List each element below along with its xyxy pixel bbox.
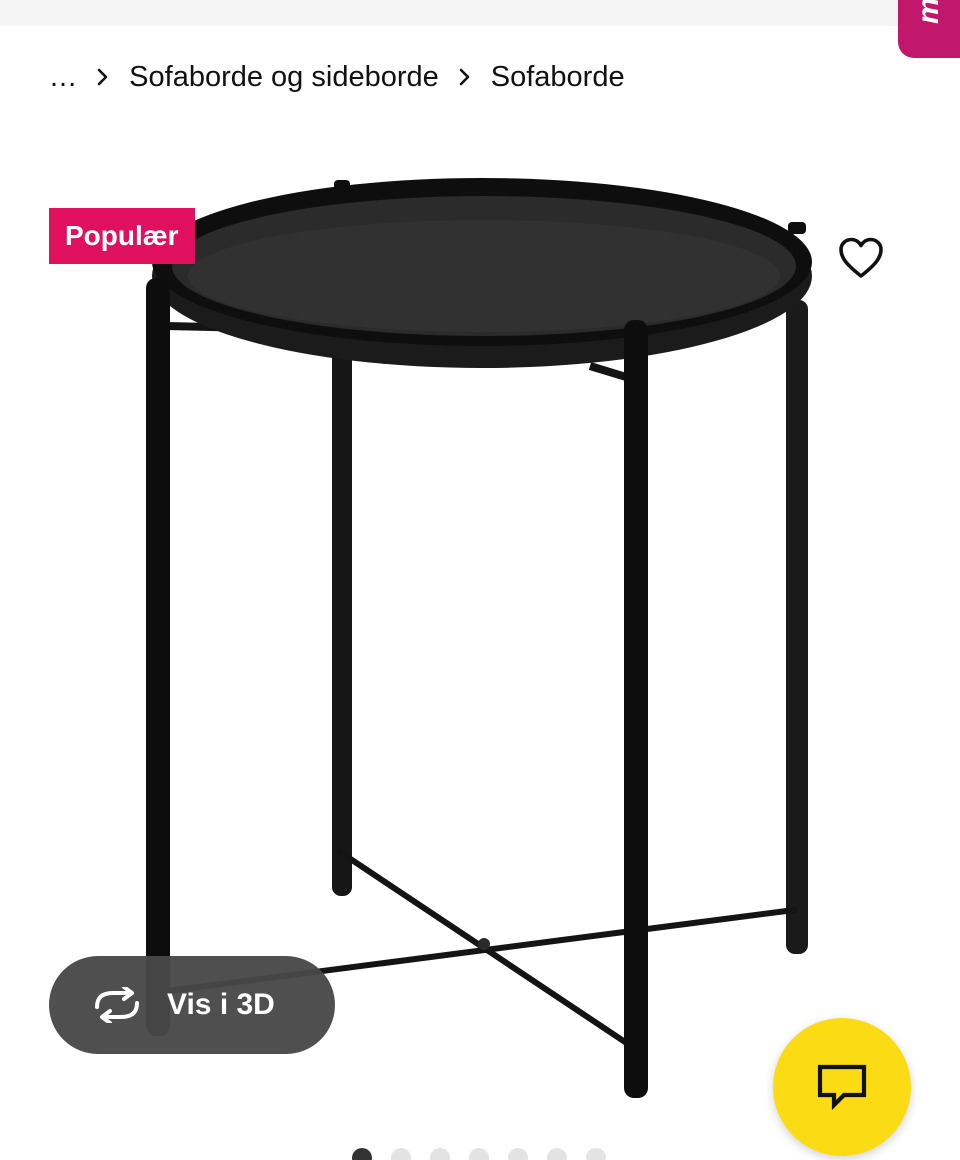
breadcrumb-item-sofaborde-og-sideborde[interactable]: Sofaborde og sideborde	[129, 61, 439, 94]
carousel-dot[interactable]	[586, 1148, 606, 1160]
side-promo-tab[interactable]: m	[898, 0, 960, 58]
favorite-button[interactable]	[830, 230, 892, 286]
rotate-3d-icon	[91, 985, 145, 1025]
breadcrumb: ... Sofaborde og sideborde Sofaborde	[50, 56, 625, 98]
view-in-3d-button[interactable]: Vis i 3D	[49, 956, 335, 1054]
heart-outline-icon	[839, 237, 883, 278]
carousel-dot-active[interactable]	[352, 1148, 372, 1160]
chevron-right-icon	[459, 68, 471, 86]
carousel-dot[interactable]	[547, 1148, 567, 1160]
carousel-dot[interactable]	[508, 1148, 528, 1160]
product-page: m ... Sofaborde og sideborde Sofaborde P…	[0, 0, 960, 1160]
view-in-3d-label: Vis i 3D	[167, 988, 275, 1021]
chat-button[interactable]	[773, 1018, 911, 1156]
carousel-indicator	[352, 1148, 606, 1160]
carousel-dot[interactable]	[391, 1148, 411, 1160]
popular-badge: Populær	[49, 208, 195, 264]
chat-bubble-icon	[817, 1064, 867, 1111]
carousel-dot[interactable]	[469, 1148, 489, 1160]
side-tab-label: m	[912, 0, 945, 24]
top-bar	[0, 0, 960, 26]
chevron-right-icon	[97, 68, 109, 86]
carousel-dot[interactable]	[430, 1148, 450, 1160]
breadcrumb-ellipsis[interactable]: ...	[50, 61, 77, 94]
breadcrumb-item-sofaborde[interactable]: Sofaborde	[491, 61, 625, 94]
